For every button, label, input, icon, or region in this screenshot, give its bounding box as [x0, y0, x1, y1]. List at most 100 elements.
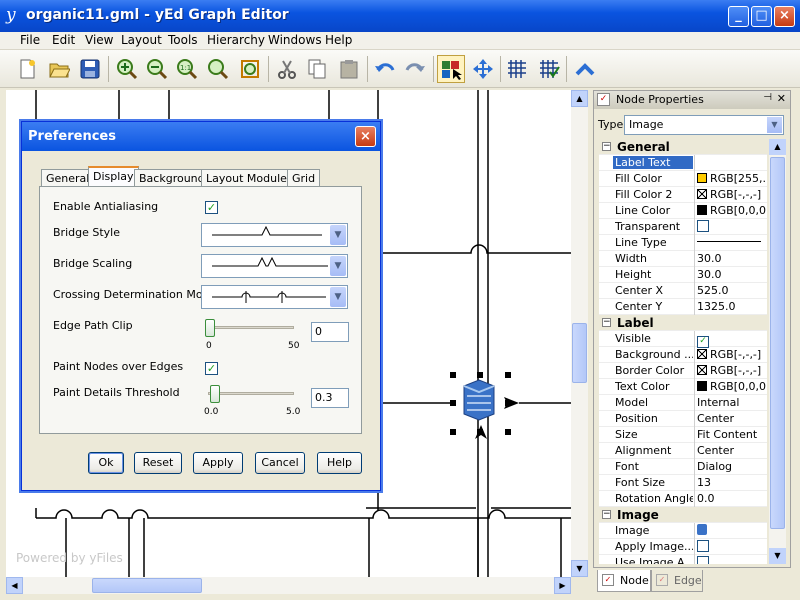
property-value[interactable]: [697, 236, 767, 249]
edge-clip-field[interactable]: 0: [311, 322, 349, 342]
property-row[interactable]: Fill Color 2 RGB[-,-,-]: [599, 187, 767, 203]
maximize-button[interactable]: □: [751, 6, 772, 27]
collapse-up-icon[interactable]: [571, 55, 599, 83]
menu-edit[interactable]: Edit: [52, 33, 75, 47]
menu-help[interactable]: Help: [325, 33, 352, 47]
scroll-up-button[interactable]: ▲: [769, 139, 786, 155]
paste-icon[interactable]: [335, 55, 363, 83]
collapse-icon[interactable]: −: [602, 510, 611, 519]
property-row[interactable]: Text Color RGB[0,0,0]: [599, 379, 767, 395]
property-value[interactable]: Fit Content: [697, 428, 767, 441]
property-row[interactable]: Label Text: [599, 155, 767, 171]
property-value[interactable]: RGB[255,...: [697, 172, 767, 185]
property-row[interactable]: Fill Color RGB[255,...: [599, 171, 767, 187]
minimize-button[interactable]: _: [728, 6, 749, 27]
reset-button[interactable]: Reset: [134, 452, 182, 474]
property-value[interactable]: RGB[-,-,-]: [697, 348, 767, 361]
bridge-scaling-select[interactable]: ▼: [201, 254, 348, 278]
property-row[interactable]: Height 30.0: [599, 267, 767, 283]
property-row[interactable]: Border Color RGB[-,-,-]: [599, 363, 767, 379]
checkbox[interactable]: [697, 540, 709, 552]
property-row[interactable]: Image: [599, 523, 767, 539]
copy-icon[interactable]: [303, 55, 331, 83]
property-value[interactable]: [697, 220, 767, 234]
canvas-vscroll-thumb[interactable]: [572, 323, 587, 383]
property-value[interactable]: ✓: [697, 332, 767, 348]
property-value[interactable]: Internal: [697, 396, 767, 409]
tab-grid[interactable]: Grid: [287, 169, 321, 187]
menu-file[interactable]: File: [20, 33, 40, 47]
details-slider-thumb[interactable]: [209, 385, 220, 403]
scroll-left-button[interactable]: ◀: [6, 577, 23, 594]
tab-layout-modules[interactable]: Layout Modules: [201, 169, 298, 187]
property-row[interactable]: Font Dialog: [599, 459, 767, 475]
property-value[interactable]: 30.0: [697, 252, 767, 265]
undo-icon[interactable]: [371, 55, 399, 83]
property-row[interactable]: Center Y 1325.0: [599, 299, 767, 315]
paint-nodes-checkbox[interactable]: ✓: [205, 362, 218, 375]
tab-node[interactable]: ✓ Node: [597, 570, 651, 592]
crossing-mode-select[interactable]: ▼: [201, 285, 348, 309]
property-row[interactable]: Line Color RGB[0,0,0]: [599, 203, 767, 219]
menu-view[interactable]: View: [85, 33, 113, 47]
properties-scroll-thumb[interactable]: [770, 157, 785, 529]
property-row[interactable]: Width 30.0: [599, 251, 767, 267]
property-row[interactable]: Font Size 13: [599, 475, 767, 491]
property-value[interactable]: [697, 540, 767, 554]
property-row[interactable]: Center X 525.0: [599, 283, 767, 299]
help-button[interactable]: Help: [317, 452, 362, 474]
property-value[interactable]: RGB[0,0,0]: [697, 204, 767, 217]
scroll-right-button[interactable]: ▶: [554, 577, 571, 594]
new-icon[interactable]: [13, 55, 41, 83]
scroll-down-button[interactable]: ▼: [571, 560, 588, 577]
property-value[interactable]: 13: [697, 476, 767, 489]
save-icon[interactable]: [76, 55, 104, 83]
section-image[interactable]: − Image: [599, 507, 767, 523]
snap-grid-icon[interactable]: [535, 55, 563, 83]
canvas-vertical-scrollbar[interactable]: ▲ ▼: [571, 90, 588, 577]
dialog-close-button[interactable]: ×: [355, 126, 376, 147]
edge-clip-slider-track[interactable]: [208, 326, 294, 329]
cancel-button[interactable]: Cancel: [255, 452, 305, 474]
tab-background[interactable]: Background: [134, 169, 210, 187]
tab-display[interactable]: Display: [88, 166, 139, 188]
property-value[interactable]: RGB[0,0,0]: [697, 380, 767, 393]
property-row[interactable]: Apply Image...: [599, 539, 767, 555]
property-value[interactable]: 1325.0: [697, 300, 767, 313]
apply-button[interactable]: Apply: [193, 452, 243, 474]
property-row[interactable]: Transparent: [599, 219, 767, 235]
select-mode-icon[interactable]: [437, 55, 465, 83]
property-row[interactable]: Visible ✓: [599, 331, 767, 348]
zoom-area-icon[interactable]: [204, 55, 232, 83]
close-icon[interactable]: ✕: [777, 92, 786, 105]
collapse-icon[interactable]: −: [602, 142, 611, 151]
pin-icon[interactable]: ⊣: [763, 92, 772, 103]
property-value[interactable]: [697, 556, 767, 564]
zoom-reset-icon[interactable]: 1:1: [173, 55, 201, 83]
property-value[interactable]: RGB[-,-,-]: [697, 188, 767, 201]
scroll-down-button[interactable]: ▼: [769, 548, 786, 564]
tab-general[interactable]: General: [41, 169, 95, 187]
canvas-hscroll-thumb[interactable]: [92, 578, 202, 593]
details-field[interactable]: 0.3: [311, 388, 349, 408]
menu-hierarchy[interactable]: Hierarchy: [207, 33, 265, 47]
type-select[interactable]: Image ▼: [624, 115, 784, 135]
properties-scrollbar[interactable]: ▲ ▼: [769, 139, 786, 564]
property-value[interactable]: RGB[-,-,-]: [697, 364, 767, 377]
property-value[interactable]: 525.0: [697, 284, 767, 297]
section-label[interactable]: − Label: [599, 315, 767, 331]
edge-clip-slider-thumb[interactable]: [205, 319, 215, 337]
cut-icon[interactable]: [273, 55, 301, 83]
property-row[interactable]: Model Internal: [599, 395, 767, 411]
ok-button[interactable]: Ok: [88, 452, 124, 474]
menu-layout[interactable]: Layout: [121, 33, 162, 47]
property-row[interactable]: Position Center: [599, 411, 767, 427]
details-slider-track[interactable]: [208, 392, 294, 395]
collapse-icon[interactable]: −: [602, 318, 611, 327]
property-value[interactable]: Center: [697, 412, 767, 425]
zoom-out-icon[interactable]: [143, 55, 171, 83]
property-row[interactable]: Size Fit Content: [599, 427, 767, 443]
property-row[interactable]: Alignment Center: [599, 443, 767, 459]
zoom-in-icon[interactable]: [113, 55, 141, 83]
property-row[interactable]: Use Image A...: [599, 555, 767, 564]
